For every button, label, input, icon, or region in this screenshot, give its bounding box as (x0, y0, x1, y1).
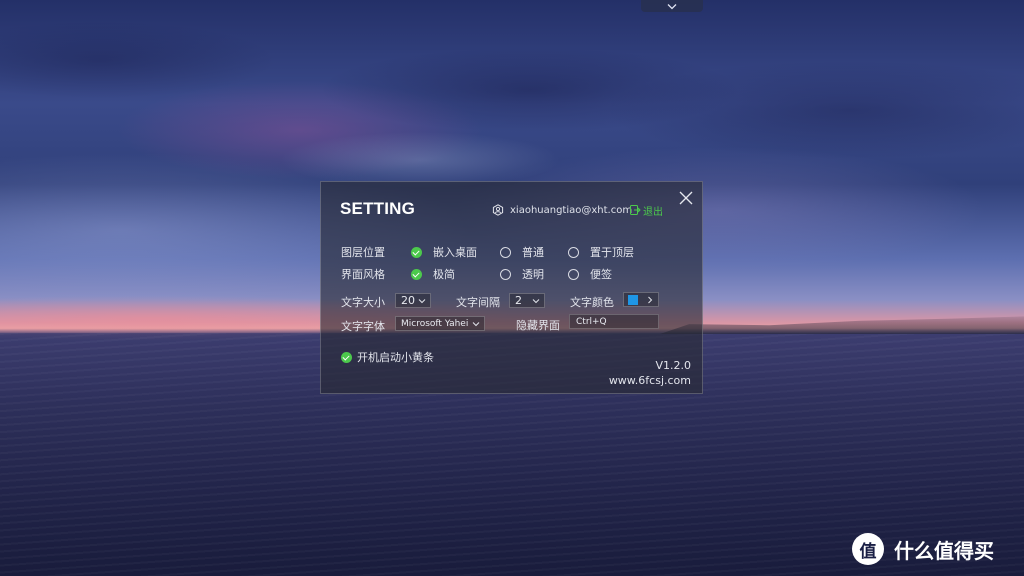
font-family-label: 文字字体 (341, 320, 385, 333)
logout-label: 退出 (643, 206, 663, 218)
font-family-value: Microsoft Yahei (401, 318, 469, 329)
radio-unchecked-icon (500, 268, 511, 280)
line-spacing-label: 文字间隔 (456, 296, 500, 309)
radio-unchecked-icon (568, 246, 579, 258)
user-email: xiaohuangtiao@xht.com (510, 204, 633, 216)
text-color-picker[interactable] (623, 292, 659, 307)
radio-checked-icon (411, 246, 422, 258)
chevron-down-icon (667, 3, 677, 9)
user-hex-icon (492, 204, 504, 216)
text-color-label: 文字颜色 (570, 296, 614, 309)
line-spacing-select[interactable]: 2 (509, 293, 545, 308)
radio-style-transparent[interactable]: 透明 (500, 266, 544, 282)
watermark-logo: 值 (852, 533, 884, 565)
chevron-right-icon (648, 296, 653, 303)
radio-unchecked-icon (568, 268, 579, 280)
autostart-checkbox[interactable]: 开机启动小黄条 (341, 349, 434, 365)
font-size-value: 20 (401, 294, 415, 307)
font-size-select[interactable]: 20 (395, 293, 431, 308)
hide-ui-hotkey-value: Ctrl+Q (576, 316, 607, 327)
radio-style-sticky[interactable]: 便签 (568, 266, 612, 282)
layer-position-label: 图层位置 (341, 246, 385, 259)
chevron-down-icon (472, 321, 480, 326)
checkbox-checked-icon (341, 351, 352, 363)
color-swatch (628, 294, 638, 305)
logout-icon (630, 205, 641, 215)
line-spacing-value: 2 (515, 294, 522, 307)
radio-layer-top[interactable]: 置于顶层 (568, 244, 634, 260)
watermark: 值 什么值得买 (852, 532, 994, 566)
chevron-down-icon (418, 298, 426, 303)
close-icon[interactable] (678, 190, 694, 206)
radio-style-minimal[interactable]: 极简 (411, 266, 455, 282)
font-size-label: 文字大小 (341, 296, 385, 309)
hide-ui-hotkey-input[interactable]: Ctrl+Q (569, 314, 659, 329)
chevron-down-icon (532, 298, 540, 303)
autostart-label: 开机启动小黄条 (357, 351, 434, 364)
radio-checked-icon (411, 268, 422, 280)
radio-unchecked-icon (500, 246, 511, 258)
hide-ui-label: 隐藏界面 (516, 319, 560, 332)
website-link[interactable]: www.6fcsj.com (609, 374, 691, 387)
font-family-select[interactable]: Microsoft Yahei (395, 316, 485, 331)
radio-layer-normal[interactable]: 普通 (500, 244, 544, 260)
settings-panel: SETTING xiaohuangtiao@xht.com 退出 图层位置 嵌入… (320, 181, 703, 394)
radio-layer-embed[interactable]: 嵌入桌面 (411, 244, 477, 260)
watermark-text: 什么值得买 (894, 538, 994, 563)
version-text: V1.2.0 (655, 359, 691, 372)
user-account[interactable]: xiaohuangtiao@xht.com (492, 203, 632, 217)
panel-title: SETTING (340, 199, 416, 218)
logout-button[interactable]: 退出 (629, 203, 663, 218)
ui-style-label: 界面风格 (341, 268, 385, 281)
collapse-tab[interactable] (641, 0, 703, 12)
